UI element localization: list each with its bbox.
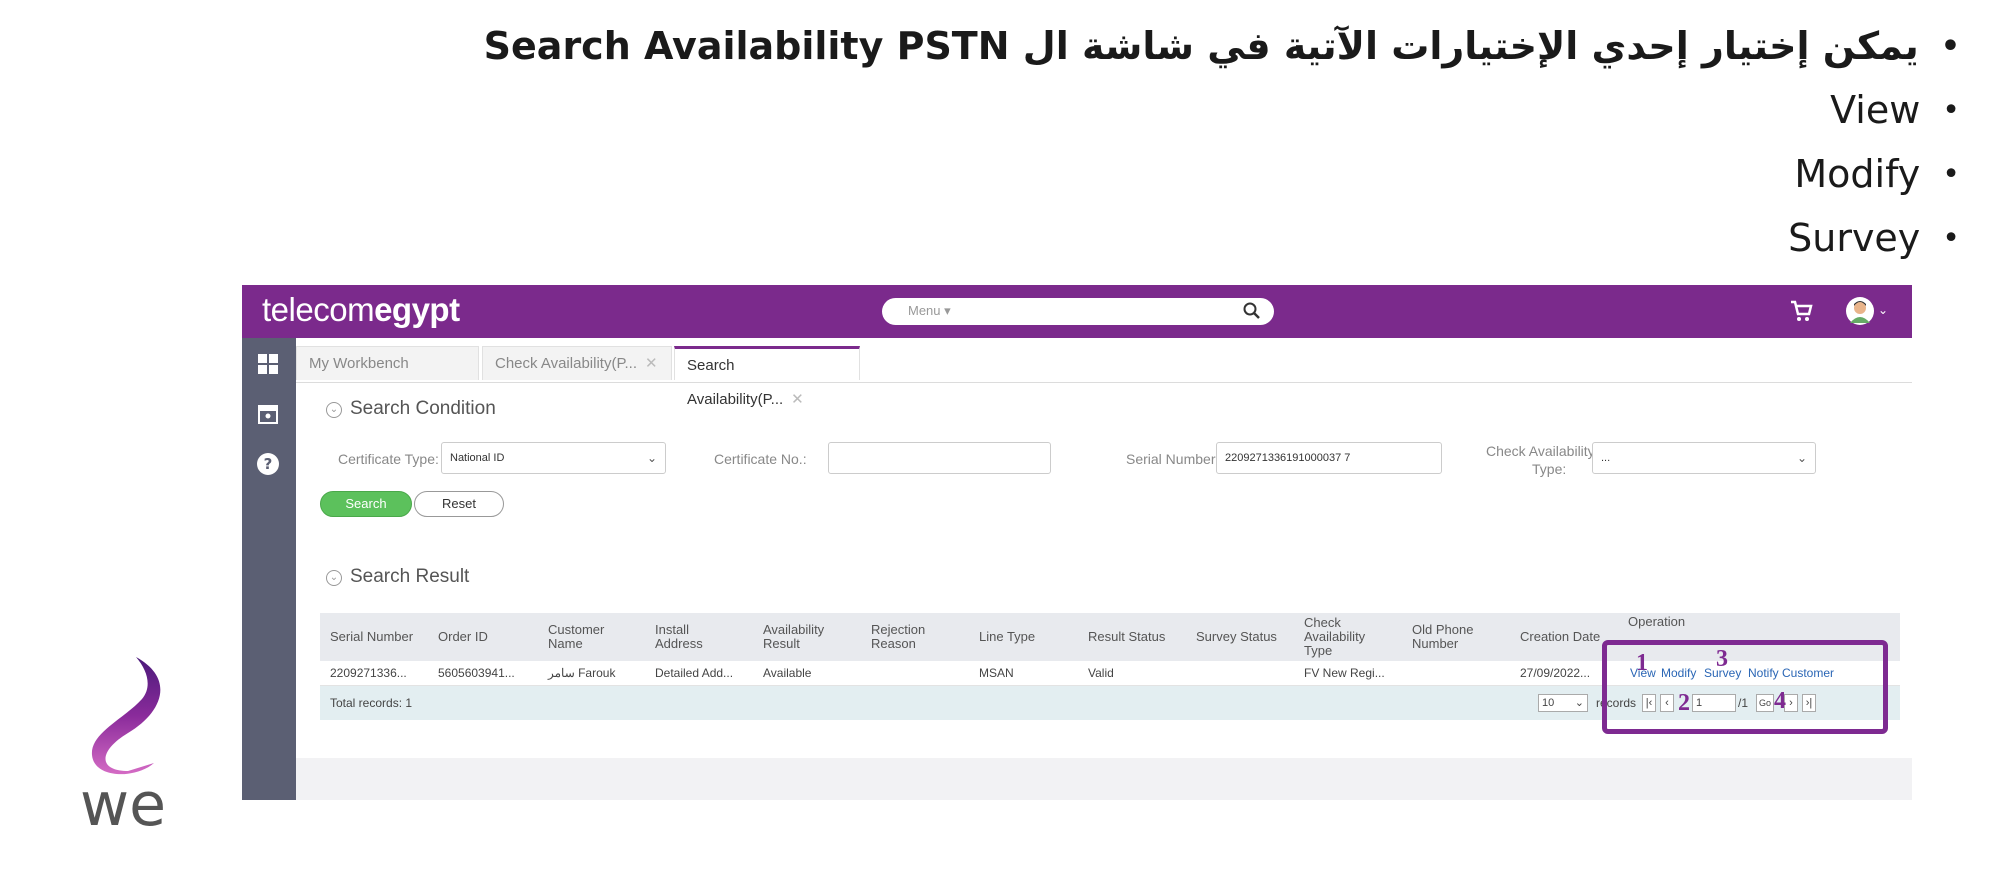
cell-install-address: Detailed Add... bbox=[655, 666, 734, 680]
check-type-label-2: Type: bbox=[1532, 461, 1567, 477]
col-availability-result[interactable]: Availability Result bbox=[763, 613, 824, 661]
col-survey-status[interactable]: Survey Status bbox=[1196, 613, 1277, 661]
cell-customer: سامر Farouk bbox=[548, 666, 616, 680]
dashboard-icon[interactable] bbox=[256, 352, 280, 376]
chevron-down-icon: ⌄ bbox=[1574, 697, 1584, 709]
close-icon[interactable]: ✕ bbox=[645, 355, 658, 372]
col-order-id[interactable]: Order ID bbox=[438, 613, 488, 661]
chevron-down-icon[interactable]: ⌄ bbox=[326, 570, 342, 586]
cell-result-status: Valid bbox=[1088, 666, 1114, 680]
chevron-down-icon[interactable]: ⌄ bbox=[326, 402, 342, 418]
cell-serial: 2209271336... bbox=[330, 666, 407, 680]
archive-icon[interactable] bbox=[256, 402, 280, 426]
telecomegypt-logo: telecomegypt bbox=[262, 291, 460, 328]
slide-option-text: View bbox=[1830, 88, 1921, 132]
slide-heading-text: يمكن إختيار إحدي الإختيارات الآتية في شا… bbox=[483, 24, 1919, 68]
serial-number-label: Serial Number: bbox=[1126, 451, 1220, 467]
certificate-type-label: Certificate Type: bbox=[338, 451, 439, 467]
col-customer-name[interactable]: Customer Name bbox=[548, 613, 604, 661]
tab-search-availability[interactable]: Search Availability(P... ✕ bbox=[674, 346, 860, 408]
tab-check-availability[interactable]: Check Availability(P... ✕ bbox=[482, 346, 672, 380]
chevron-down-icon: ⌄ bbox=[1796, 451, 1807, 465]
bullet-dot: • bbox=[1940, 28, 1960, 64]
menu-search-input[interactable]: Menu ▾ bbox=[882, 298, 1274, 325]
bullet-dot: • bbox=[1942, 156, 1960, 192]
cell-order-id: 5605603941... bbox=[438, 666, 515, 680]
user-icon bbox=[1850, 301, 1870, 323]
chevron-down-icon: ⌄ bbox=[646, 451, 657, 465]
search-result-header[interactable]: ⌄ Search Result bbox=[326, 566, 469, 588]
search-icon[interactable] bbox=[1242, 301, 1262, 321]
slide-heading: • يمكن إختيار إحدي الإختيارات الآتية في … bbox=[360, 14, 1960, 78]
annotation-number: 1 bbox=[1636, 650, 1648, 676]
slide-option-text: Survey bbox=[1788, 216, 1921, 260]
cell-check-type: FV New Regi... bbox=[1304, 666, 1385, 680]
menu-label: Menu ▾ bbox=[908, 303, 951, 318]
slide-option-view: • View bbox=[360, 78, 1960, 142]
search-condition-header[interactable]: ⌄ Search Condition bbox=[326, 398, 496, 420]
slide-bullets: • يمكن إختيار إحدي الإختيارات الآتية في … bbox=[360, 14, 1960, 270]
reset-button[interactable]: Reset bbox=[414, 491, 504, 517]
cell-line-type: MSAN bbox=[979, 666, 1014, 680]
cell-availability: Available bbox=[763, 666, 812, 680]
help-icon[interactable]: ? bbox=[256, 452, 280, 476]
svg-text:we: we bbox=[80, 770, 166, 830]
col-check-availability-type[interactable]: Check Availability Type bbox=[1304, 613, 1365, 661]
certificate-no-input[interactable] bbox=[828, 442, 1051, 474]
chevron-down-icon[interactable]: ⌄ bbox=[1878, 303, 1888, 317]
check-type-label: Check Availability bbox=[1486, 443, 1595, 459]
col-line-type[interactable]: Line Type bbox=[979, 613, 1035, 661]
cell-creation: 27/09/2022... bbox=[1520, 666, 1591, 680]
bullet-dot: • bbox=[1942, 220, 1960, 256]
tab-my-workbench[interactable]: My Workbench bbox=[296, 346, 479, 380]
bullet-dot: • bbox=[1942, 92, 1960, 128]
left-sidebar: ? bbox=[242, 338, 296, 800]
app-header: telecomegypt Menu ▾ ⌄ bbox=[242, 285, 1912, 338]
annotation-number: 2 bbox=[1678, 690, 1690, 716]
col-rejection-reason[interactable]: Rejection Reason bbox=[871, 613, 925, 661]
check-type-select[interactable]: ... ⌄ bbox=[1592, 442, 1816, 474]
slide-option-text: Modify bbox=[1794, 152, 1921, 196]
user-avatar[interactable] bbox=[1846, 297, 1874, 325]
col-old-phone-number[interactable]: Old Phone Number bbox=[1412, 613, 1473, 661]
we-logo: we bbox=[80, 657, 166, 830]
col-serial-number[interactable]: Serial Number bbox=[330, 613, 413, 661]
slide-option-survey: • Survey bbox=[360, 206, 1960, 270]
serial-number-input[interactable]: 2209271336191000037 7 bbox=[1216, 442, 1442, 474]
certificate-no-label: Certificate No.: bbox=[714, 451, 807, 467]
annotation-number: 4 bbox=[1774, 688, 1786, 714]
col-result-status[interactable]: Result Status bbox=[1088, 613, 1165, 661]
total-records: Total records: 1 bbox=[330, 696, 413, 710]
search-button[interactable]: Search bbox=[320, 491, 412, 517]
cart-icon[interactable] bbox=[1788, 298, 1814, 324]
close-icon[interactable]: ✕ bbox=[791, 391, 804, 408]
annotation-number: 3 bbox=[1716, 646, 1728, 672]
col-install-address[interactable]: Install Address bbox=[655, 613, 703, 661]
svg-text:?: ? bbox=[264, 455, 273, 473]
tab-bar: My Workbench Check Availability(P... ✕ Se… bbox=[296, 338, 1912, 408]
certificate-type-select[interactable]: National ID ⌄ bbox=[441, 442, 666, 474]
slide-option-modify: • Modify bbox=[360, 142, 1960, 206]
page-size-select[interactable]: 10 ⌄ bbox=[1538, 694, 1588, 712]
col-creation-date[interactable]: Creation Date bbox=[1520, 613, 1600, 661]
